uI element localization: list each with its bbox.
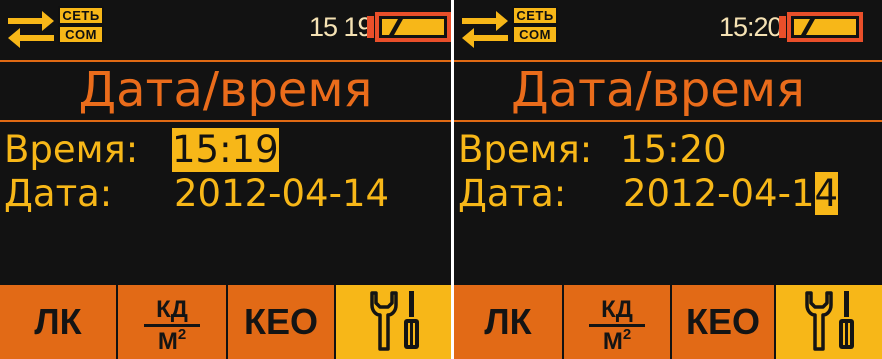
fraction-label: КД М2 <box>589 298 645 354</box>
softkey-keo-label: КЕО <box>686 301 760 342</box>
time-label: Время: <box>458 128 593 171</box>
arrows-exchange-icon <box>8 11 54 48</box>
softkey-kd-m2[interactable]: КД М2 <box>118 285 228 359</box>
status-clock: 15:20 <box>719 12 783 42</box>
date-row: Дата: 2012-04-14 <box>4 172 451 216</box>
battery-icon <box>367 12 451 42</box>
softkey-lk[interactable]: ЛК <box>454 285 564 359</box>
fraction-denominator: М2 <box>157 326 187 355</box>
date-value: 2012-04-14 <box>174 172 390 215</box>
softkey-settings[interactable] <box>336 285 451 359</box>
com-label: COM <box>512 25 558 44</box>
date-value: 2012-04-1 <box>623 172 815 215</box>
title-divider-bottom <box>454 120 882 122</box>
fraction-numerator: КД <box>156 296 188 323</box>
connection-indicator: СЕТЬ COM <box>460 6 560 52</box>
time-row: Время: 15:20 <box>458 128 882 172</box>
softkey-bar: ЛК КД М2 КЕО <box>454 285 882 359</box>
date-cursor: 4 <box>814 172 839 215</box>
net-label: СЕТЬ <box>58 6 104 25</box>
softkey-lk[interactable]: ЛК <box>0 285 118 359</box>
softkey-keo[interactable]: КЕО <box>228 285 336 359</box>
wrench-screwdriver-icon <box>369 291 419 351</box>
fraction-label: КД М2 <box>144 298 200 354</box>
softkey-keo-label: КЕО <box>244 301 318 342</box>
connection-indicator: СЕТЬ COM <box>6 6 106 52</box>
page-title: Дата/время <box>511 62 805 118</box>
page-title: Дата/время <box>78 62 373 118</box>
date-label: Дата: <box>4 172 113 215</box>
date-field[interactable]: 2012-04-14 <box>174 172 389 216</box>
fraction-bar <box>144 324 200 327</box>
screen-time-editing: СЕТЬ COM 15 19 Дата/время Время: 15:19 Д… <box>0 0 451 359</box>
time-row: Время: 15:19 <box>4 128 451 172</box>
date-field[interactable]: 2012-04-14 <box>623 172 839 216</box>
time-field[interactable]: 15:19 <box>172 128 279 172</box>
softkey-lk-label: ЛК <box>484 301 532 342</box>
time-field[interactable]: 15:20 <box>620 128 727 172</box>
softkey-lk-label: ЛК <box>34 301 82 342</box>
wrench-screwdriver-icon <box>805 291 854 351</box>
fraction-numerator: КД <box>601 296 633 323</box>
softkey-keo[interactable]: КЕО <box>672 285 776 359</box>
time-label: Время: <box>4 128 139 171</box>
date-label: Дата: <box>458 172 567 215</box>
softkey-kd-m2[interactable]: КД М2 <box>564 285 672 359</box>
date-row: Дата: 2012-04-14 <box>458 172 882 216</box>
fraction-bar <box>589 324 645 327</box>
com-label: COM <box>58 25 104 44</box>
title-divider-bottom <box>0 120 451 122</box>
softkey-bar: ЛК КД М2 КЕО <box>0 285 451 359</box>
screen-date-editing: СЕТЬ COM 15:20 Дата/время Время: 15:20 Д… <box>454 0 882 359</box>
battery-icon <box>779 12 863 42</box>
net-label: СЕТЬ <box>512 6 558 25</box>
device-screens: СЕТЬ COM 15 19 Дата/время Время: 15:19 Д… <box>0 0 882 359</box>
fraction-denominator: М2 <box>602 326 632 355</box>
softkey-settings[interactable] <box>776 285 882 359</box>
arrows-exchange-icon <box>462 11 508 48</box>
status-clock: 15 19 <box>309 12 373 42</box>
